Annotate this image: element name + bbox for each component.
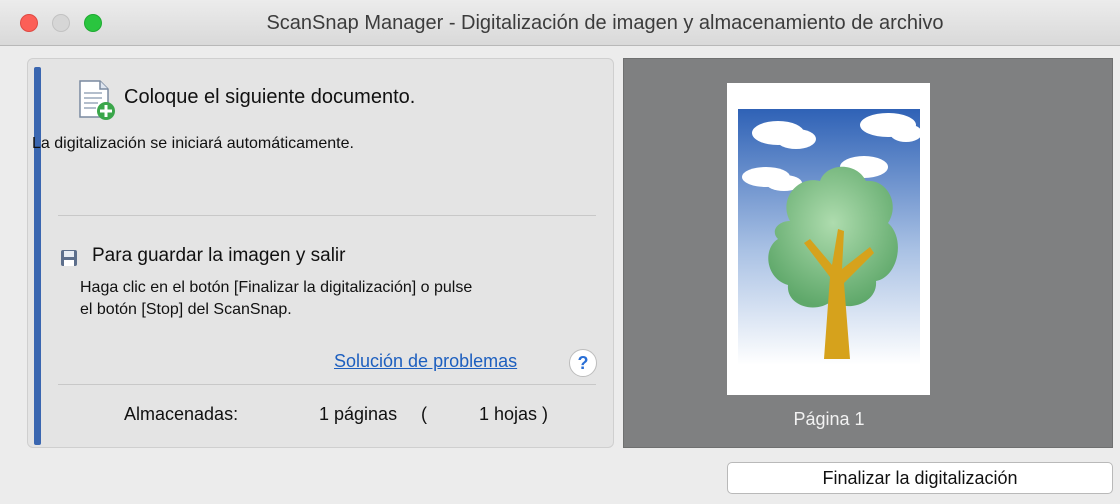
auto-scan-text: La digitalización se iniciará automática… (32, 135, 354, 152)
troubleshooting-link[interactable]: Solución de problemas (334, 351, 517, 372)
stored-sheets-count: 1 hojas ) (479, 404, 549, 424)
divider (58, 384, 596, 385)
window-title: ScanSnap Manager - Digitalización de ima… (266, 12, 944, 34)
title-bar: ScanSnap Manager - Digitalización de ima… (0, 0, 1120, 46)
divider (58, 215, 596, 216)
save-instructions: Haga clic en el botón [Finalizar la digi… (80, 277, 600, 321)
place-document-heading: Coloque el siguiente documento. (124, 86, 416, 108)
page-label: Página 1 (793, 409, 865, 429)
save-instructions-line-1: Haga clic en el botón [Finalizar la digi… (80, 279, 473, 296)
instructions-panel: Coloque el siguiente documento. La digit… (27, 58, 614, 448)
save-and-exit-heading: Para guardar la imagen y salir (92, 245, 346, 266)
save-instructions-line-2: el botón [Stop] del ScanSnap. (80, 301, 292, 318)
help-icon[interactable]: ? (569, 349, 597, 377)
zoom-window-button[interactable] (84, 14, 102, 32)
page-preview-panel: Página 1 (623, 58, 1113, 448)
stored-paren-open: ( (421, 404, 427, 424)
floppy-disk-icon (61, 250, 77, 266)
minimize-window-button[interactable] (52, 14, 70, 32)
tree-image (738, 109, 920, 365)
accent-bar (34, 67, 41, 445)
scanned-page-thumbnail (727, 83, 930, 395)
stored-pages-count: 1 páginas (319, 404, 398, 424)
finish-scanning-button[interactable]: Finalizar la digitalización (727, 462, 1113, 494)
close-window-button[interactable] (20, 14, 38, 32)
stored-label: Almacenadas: (124, 404, 239, 424)
document-add-icon (79, 80, 115, 120)
